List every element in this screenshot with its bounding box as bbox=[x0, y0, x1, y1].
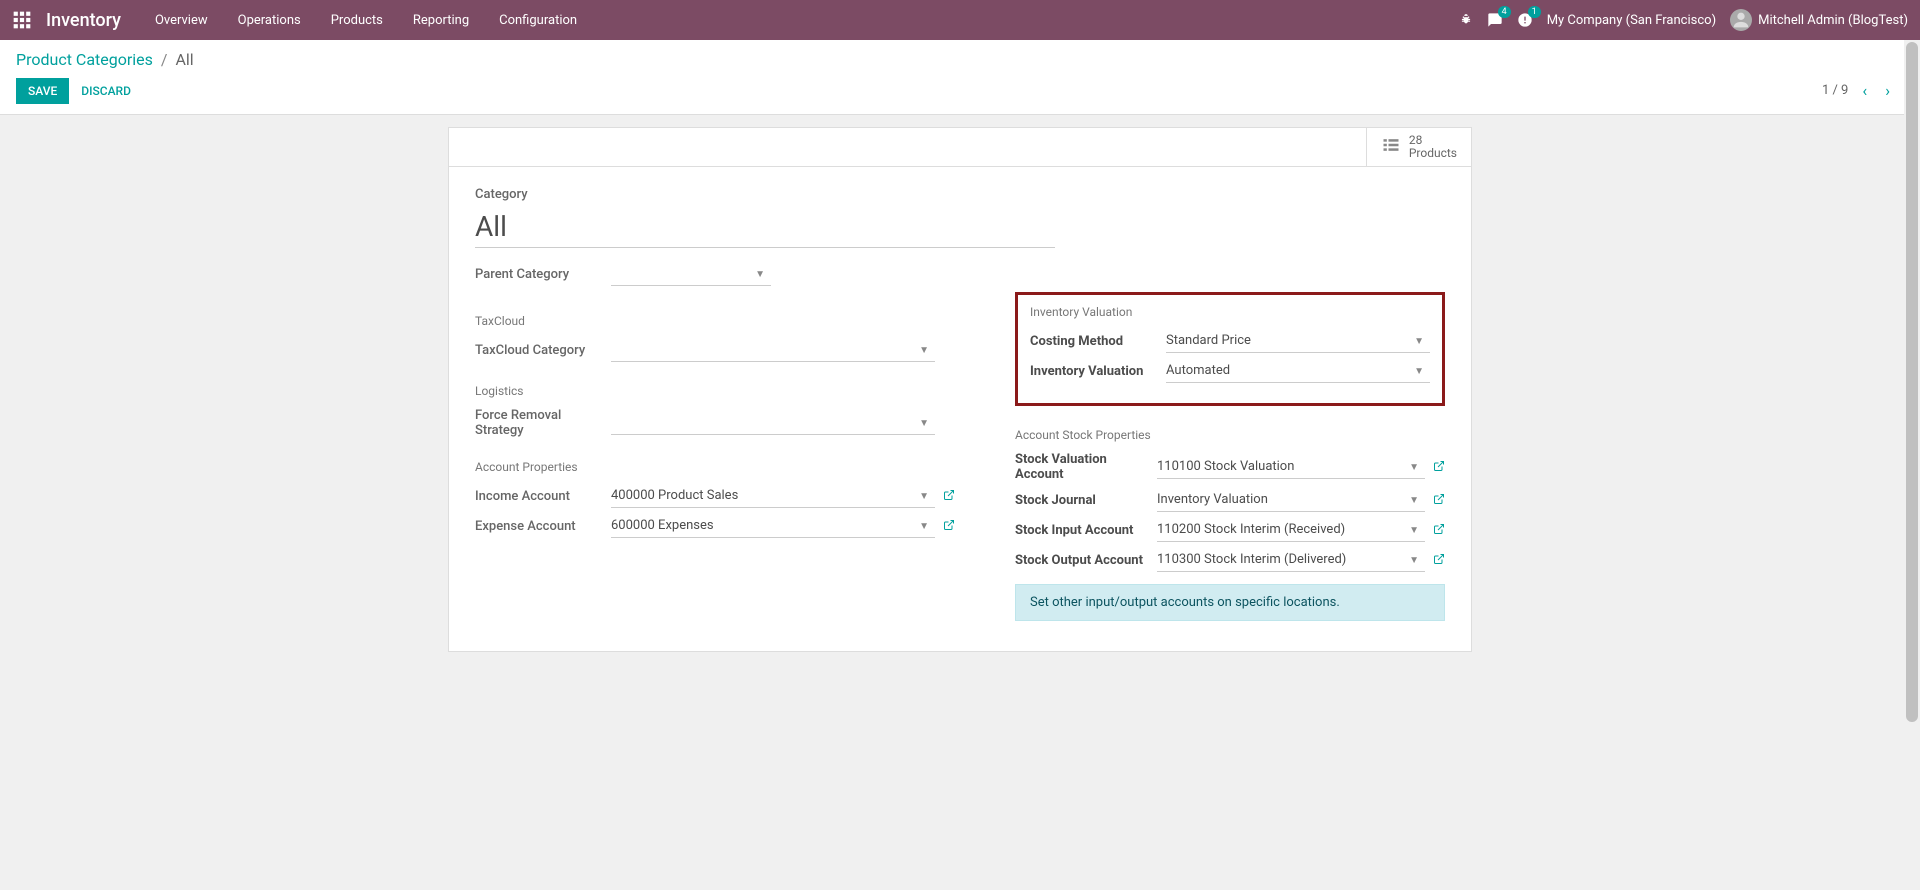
discard-button[interactable]: DISCARD bbox=[69, 78, 143, 104]
inventory-valuation-title: Inventory Valuation bbox=[1030, 305, 1430, 319]
breadcrumb-current: All bbox=[175, 50, 193, 69]
pager: 1 / 9 ‹ › bbox=[1822, 77, 1904, 104]
activity-badge: 1 bbox=[1528, 6, 1541, 18]
user-name: Mitchell Admin (BlogTest) bbox=[1758, 13, 1908, 28]
stock-journal-select[interactable] bbox=[1157, 488, 1425, 512]
stock-valuation-select[interactable] bbox=[1157, 455, 1425, 479]
costing-method-row: Costing Method ▼ bbox=[1030, 329, 1430, 353]
taxcloud-category-label: TaxCloud Category bbox=[475, 343, 611, 358]
messages-badge: 4 bbox=[1498, 6, 1511, 18]
costing-method-select[interactable] bbox=[1166, 329, 1430, 353]
info-box: Set other input/output accounts on speci… bbox=[1015, 584, 1445, 621]
apps-icon[interactable] bbox=[12, 10, 32, 30]
account-stock-title: Account Stock Properties bbox=[1015, 428, 1445, 442]
income-account-row: Income Account ▼ bbox=[475, 484, 955, 508]
external-link-icon[interactable] bbox=[1433, 553, 1445, 568]
stat-bar: 28 Products bbox=[449, 128, 1471, 167]
form-sheet: 28 Products Category Parent Category ▼ T… bbox=[448, 127, 1472, 652]
costing-method-label: Costing Method bbox=[1030, 334, 1166, 349]
app-name[interactable]: Inventory bbox=[46, 10, 121, 31]
pager-prev-icon[interactable]: ‹ bbox=[1858, 77, 1871, 104]
parent-category-select[interactable] bbox=[611, 262, 771, 286]
menu-operations[interactable]: Operations bbox=[224, 5, 315, 36]
breadcrumb-sep: / bbox=[161, 50, 168, 69]
form-body: Category Parent Category ▼ TaxCloud TaxC… bbox=[449, 167, 1471, 651]
logistics-section-title: Logistics bbox=[475, 384, 955, 398]
stock-input-select[interactable] bbox=[1157, 518, 1425, 542]
external-link-icon[interactable] bbox=[943, 489, 955, 504]
stock-output-label: Stock Output Account bbox=[1015, 553, 1157, 568]
income-account-select[interactable] bbox=[611, 484, 935, 508]
income-account-label: Income Account bbox=[475, 489, 611, 504]
inventory-valuation-select[interactable] bbox=[1166, 359, 1430, 383]
menu-configuration[interactable]: Configuration bbox=[485, 5, 591, 36]
stock-output-row: Stock Output Account ▼ bbox=[1015, 548, 1445, 572]
stock-valuation-row: Stock Valuation Account ▼ bbox=[1015, 452, 1445, 482]
external-link-icon[interactable] bbox=[943, 519, 955, 534]
menu-overview[interactable]: Overview bbox=[141, 5, 222, 36]
parent-category-label: Parent Category bbox=[475, 267, 611, 282]
pager-text[interactable]: 1 / 9 bbox=[1822, 83, 1848, 98]
workspace: 28 Products Category Parent Category ▼ T… bbox=[0, 115, 1920, 652]
top-navbar: Inventory Overview Operations Products R… bbox=[0, 0, 1920, 40]
category-label: Category bbox=[475, 187, 1445, 202]
pager-next-icon[interactable]: › bbox=[1881, 77, 1894, 104]
stat-text: 28 Products bbox=[1409, 134, 1457, 160]
account-props-title: Account Properties bbox=[475, 460, 955, 474]
category-input[interactable] bbox=[475, 206, 1055, 248]
force-removal-label: Force Removal Strategy bbox=[475, 408, 611, 438]
messages-icon[interactable]: 4 bbox=[1487, 12, 1503, 28]
stock-output-select[interactable] bbox=[1157, 548, 1425, 572]
stock-input-row: Stock Input Account ▼ bbox=[1015, 518, 1445, 542]
action-row: SAVE DISCARD 1 / 9 ‹ › bbox=[16, 77, 1904, 114]
inventory-valuation-label: Inventory Valuation bbox=[1030, 364, 1166, 379]
stock-journal-row: Stock Journal ▼ bbox=[1015, 488, 1445, 512]
stat-count: 28 bbox=[1409, 133, 1423, 147]
inventory-valuation-row: Inventory Valuation ▼ bbox=[1030, 359, 1430, 383]
stock-journal-label: Stock Journal bbox=[1015, 493, 1157, 508]
expense-account-row: Expense Account ▼ bbox=[475, 514, 955, 538]
force-removal-row: Force Removal Strategy ▼ bbox=[475, 408, 955, 438]
taxcloud-category-row: TaxCloud Category ▼ bbox=[475, 338, 955, 362]
scrollbar[interactable] bbox=[1904, 40, 1920, 890]
menu-products[interactable]: Products bbox=[317, 5, 397, 36]
external-link-icon[interactable] bbox=[1433, 493, 1445, 508]
save-button[interactable]: SAVE bbox=[16, 78, 69, 104]
avatar-icon bbox=[1730, 9, 1752, 31]
debug-icon[interactable] bbox=[1459, 13, 1473, 27]
external-link-icon[interactable] bbox=[1433, 460, 1445, 475]
parent-category-row: Parent Category ▼ bbox=[475, 262, 1445, 286]
navbar-right: 4 1 My Company (San Francisco) Mitchell … bbox=[1459, 9, 1908, 31]
stock-valuation-label: Stock Valuation Account bbox=[1015, 452, 1157, 482]
products-stat-button[interactable]: 28 Products bbox=[1366, 128, 1471, 166]
stock-input-label: Stock Input Account bbox=[1015, 523, 1157, 538]
expense-account-label: Expense Account bbox=[475, 519, 611, 534]
user-menu[interactable]: Mitchell Admin (BlogTest) bbox=[1730, 9, 1908, 31]
list-icon bbox=[1381, 135, 1401, 159]
main-menu: Overview Operations Products Reporting C… bbox=[141, 5, 591, 36]
force-removal-select[interactable] bbox=[611, 411, 935, 435]
taxcloud-category-select[interactable] bbox=[611, 338, 935, 362]
breadcrumb-root[interactable]: Product Categories bbox=[16, 50, 153, 69]
breadcrumb: Product Categories / All bbox=[16, 50, 1904, 69]
company-switcher[interactable]: My Company (San Francisco) bbox=[1547, 13, 1716, 28]
inventory-valuation-highlight: Inventory Valuation Costing Method ▼ Inv… bbox=[1015, 292, 1445, 406]
activity-icon[interactable]: 1 bbox=[1517, 12, 1533, 28]
taxcloud-section-title: TaxCloud bbox=[475, 314, 955, 328]
external-link-icon[interactable] bbox=[1433, 523, 1445, 538]
expense-account-select[interactable] bbox=[611, 514, 935, 538]
stat-label: Products bbox=[1409, 146, 1457, 160]
control-panel: Product Categories / All SAVE DISCARD 1 … bbox=[0, 40, 1920, 115]
menu-reporting[interactable]: Reporting bbox=[399, 5, 483, 36]
